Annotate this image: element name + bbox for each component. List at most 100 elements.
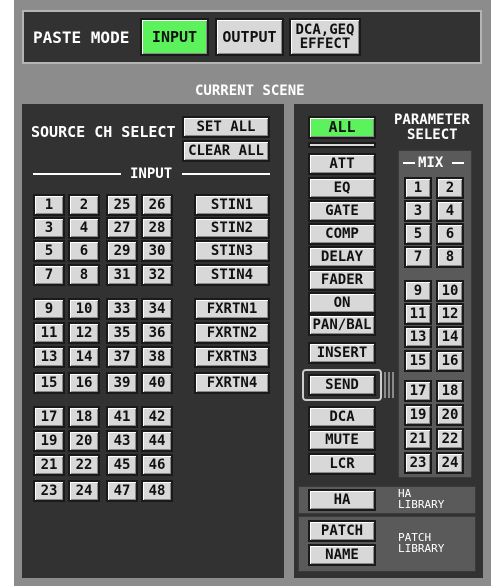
mix-button[interactable]: 20 [436, 404, 464, 426]
channel-button[interactable]: 44 [141, 430, 173, 452]
mix-button[interactable]: 11 [404, 303, 432, 325]
stin-button[interactable]: STIN1 [194, 194, 270, 216]
param-button[interactable]: DELAY [308, 246, 376, 268]
channel-button[interactable]: 43 [106, 430, 138, 452]
stin-button[interactable]: STIN2 [194, 217, 270, 239]
mix-button[interactable]: 7 [404, 246, 432, 268]
channel-button[interactable]: 21 [33, 454, 65, 476]
mix-button[interactable]: 21 [404, 428, 432, 450]
mix-button[interactable]: 24 [436, 452, 464, 474]
fxrtn-button[interactable]: FXRTN4 [194, 372, 270, 394]
channel-button[interactable]: 31 [106, 264, 138, 286]
channel-button[interactable]: 2 [68, 194, 100, 216]
mix-button[interactable]: 3 [404, 200, 432, 222]
mix-button[interactable]: 4 [436, 200, 464, 222]
mix-button[interactable]: 17 [404, 380, 432, 402]
channel-button[interactable]: 34 [141, 298, 173, 320]
fxrtn-button[interactable]: FXRTN2 [194, 322, 270, 344]
channel-button[interactable]: 14 [68, 346, 100, 368]
param-button[interactable]: DCA [308, 406, 376, 428]
paste-mode-dca-geq-effect-button[interactable]: DCA,GEQ EFFECT [289, 18, 361, 56]
channel-button[interactable]: 29 [106, 240, 138, 262]
param-send-button[interactable]: SEND [308, 374, 376, 396]
clear-all-button[interactable]: CLEAR ALL [182, 140, 270, 162]
param-button[interactable]: ATT [308, 153, 376, 175]
channel-button[interactable]: 5 [33, 240, 65, 262]
param-insert-button[interactable]: INSERT [308, 342, 376, 364]
channel-button[interactable]: 33 [106, 298, 138, 320]
mix-button[interactable]: 13 [404, 326, 432, 348]
mix-button[interactable]: 12 [436, 303, 464, 325]
patch-button[interactable]: PATCH [308, 520, 376, 542]
channel-button[interactable]: 8 [68, 264, 100, 286]
mix-button[interactable]: 15 [404, 350, 432, 372]
channel-button[interactable]: 48 [141, 480, 173, 502]
stin-button[interactable]: STIN4 [194, 264, 270, 286]
channel-button[interactable]: 38 [141, 346, 173, 368]
param-button[interactable]: LCR [308, 453, 376, 475]
channel-button[interactable]: 35 [106, 322, 138, 344]
param-all-button[interactable]: ALL [308, 116, 376, 139]
param-button[interactable]: GATE [308, 200, 376, 222]
channel-button[interactable]: 19 [33, 430, 65, 452]
channel-button[interactable]: 18 [68, 406, 100, 428]
mix-button[interactable]: 2 [436, 177, 464, 199]
channel-button[interactable]: 42 [141, 406, 173, 428]
channel-button[interactable]: 12 [68, 322, 100, 344]
mix-button[interactable]: 18 [436, 380, 464, 402]
channel-button[interactable]: 3 [33, 217, 65, 239]
channel-button[interactable]: 6 [68, 240, 100, 262]
channel-button[interactable]: 17 [33, 406, 65, 428]
channel-button[interactable]: 22 [68, 454, 100, 476]
mix-button[interactable]: 14 [436, 326, 464, 348]
channel-button[interactable]: 15 [33, 372, 65, 394]
mix-button[interactable]: 23 [404, 452, 432, 474]
channel-button[interactable]: 24 [68, 480, 100, 502]
fxrtn-button[interactable]: FXRTN3 [194, 346, 270, 368]
channel-button[interactable]: 20 [68, 430, 100, 452]
channel-button[interactable]: 40 [141, 372, 173, 394]
channel-button[interactable]: 41 [106, 406, 138, 428]
channel-button[interactable]: 4 [68, 217, 100, 239]
param-button[interactable]: ON [308, 292, 376, 314]
channel-button[interactable]: 27 [106, 217, 138, 239]
paste-mode-output-button[interactable]: OUTPUT [215, 18, 284, 56]
mix-button[interactable]: 1 [404, 177, 432, 199]
param-button[interactable]: FADER [308, 269, 376, 291]
set-all-button[interactable]: SET ALL [182, 116, 270, 138]
channel-button[interactable]: 46 [141, 454, 173, 476]
channel-button[interactable]: 11 [33, 322, 65, 344]
channel-button[interactable]: 26 [141, 194, 173, 216]
mix-button[interactable]: 10 [436, 280, 464, 302]
param-button[interactable]: COMP [308, 223, 376, 245]
channel-button[interactable]: 9 [33, 298, 65, 320]
paste-mode-input-button[interactable]: INPUT [140, 18, 209, 56]
channel-button[interactable]: 32 [141, 264, 173, 286]
name-button[interactable]: NAME [308, 544, 376, 566]
channel-button[interactable]: 25 [106, 194, 138, 216]
fxrtn-button[interactable]: FXRTN1 [194, 298, 270, 320]
channel-button[interactable]: 28 [141, 217, 173, 239]
mix-button[interactable]: 6 [436, 223, 464, 245]
channel-button[interactable]: 13 [33, 346, 65, 368]
mix-button[interactable]: 22 [436, 428, 464, 450]
param-button[interactable]: MUTE [308, 429, 376, 451]
channel-button[interactable]: 7 [33, 264, 65, 286]
channel-button[interactable]: 45 [106, 454, 138, 476]
mix-button[interactable]: 9 [404, 280, 432, 302]
mix-button[interactable]: 19 [404, 404, 432, 426]
channel-button[interactable]: 47 [106, 480, 138, 502]
channel-button[interactable]: 37 [106, 346, 138, 368]
channel-button[interactable]: 23 [33, 480, 65, 502]
channel-button[interactable]: 16 [68, 372, 100, 394]
mix-button[interactable]: 8 [436, 246, 464, 268]
mix-button[interactable]: 5 [404, 223, 432, 245]
param-button[interactable]: PAN/BAL [308, 314, 376, 336]
param-button[interactable]: EQ [308, 177, 376, 199]
ha-button[interactable]: HA [308, 489, 376, 511]
channel-button[interactable]: 36 [141, 322, 173, 344]
stin-button[interactable]: STIN3 [194, 240, 270, 262]
channel-button[interactable]: 39 [106, 372, 138, 394]
mix-button[interactable]: 16 [436, 350, 464, 372]
channel-button[interactable]: 30 [141, 240, 173, 262]
